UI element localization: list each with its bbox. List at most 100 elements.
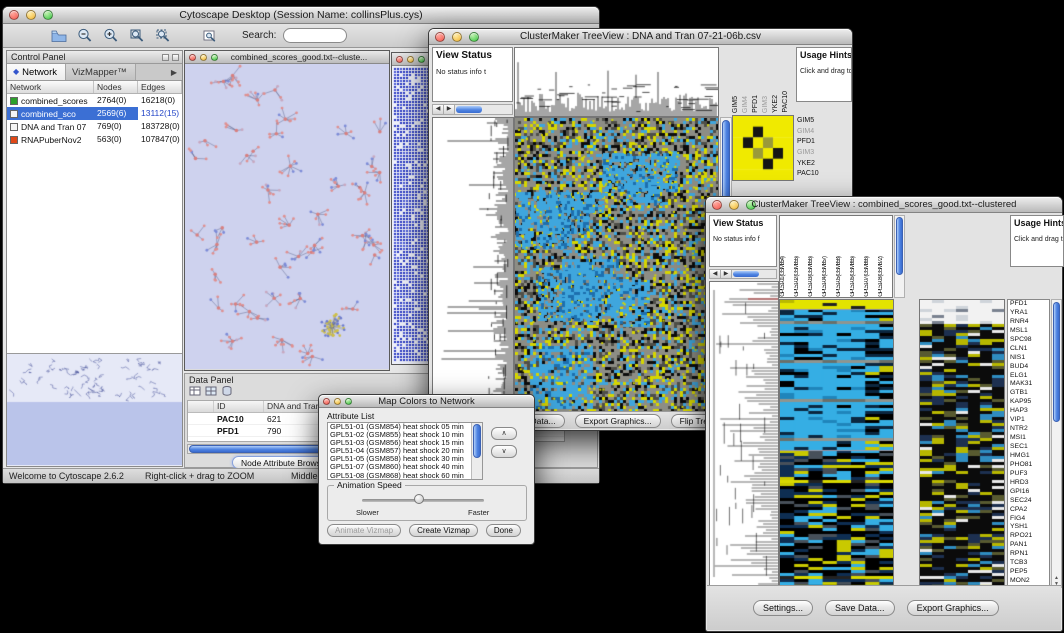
network-row[interactable]: combined_sco 2569(6) 13112(15) (7, 107, 182, 120)
control-panel-title: Control Panel (11, 52, 66, 62)
birdseye-view[interactable] (7, 353, 182, 466)
dialog-button[interactable]: Create Vizmap (409, 524, 478, 537)
network-frame-titlebar[interactable]: combined_scores_good.txt--cluste... (185, 51, 389, 64)
zoom-button[interactable] (345, 398, 352, 405)
scroll-right-arrow[interactable]: ▶ (444, 105, 455, 114)
scroll-right-arrow[interactable]: ▶ (721, 270, 732, 278)
zoom-out-icon[interactable] (75, 26, 94, 45)
move-down-button[interactable]: ∨ (491, 445, 517, 458)
close-button[interactable] (9, 10, 19, 20)
network-table-body: combined_scores 2764(0) 16218(0) combine… (7, 94, 182, 146)
gene-label: GIM3 (797, 148, 851, 159)
attribute-options: GPL51-01 (GSM854) heat shock 05 minGPL51… (328, 423, 482, 480)
condition-label: GPL51-06 (GSM865) (850, 257, 864, 297)
scroll-left-arrow[interactable]: ◀ (710, 270, 721, 278)
minimize-button[interactable] (407, 56, 414, 63)
zoom-button[interactable] (418, 56, 425, 63)
gene-label: PAC10 (797, 169, 851, 180)
dialog-button[interactable]: Animate Vizmap (327, 524, 401, 537)
tab-vizmapper[interactable]: VizMapper™ (66, 64, 136, 80)
zoom-in-icon[interactable] (101, 26, 120, 45)
status-message: Welcome to Cytoscape 2.6.2 (9, 471, 124, 481)
scrollbar-thumb[interactable] (896, 217, 903, 275)
gene-label: MSL1 (1010, 327, 1049, 336)
minimize-button[interactable] (729, 200, 739, 210)
treeview-combined-window: ClusterMaker TreeView : combined_scores_… (705, 196, 1063, 632)
secondary-heatmap[interactable] (920, 300, 1004, 587)
snapshot-icon[interactable] (200, 26, 219, 45)
gene-label: SEC24 (1010, 497, 1049, 506)
header-vscrollbar[interactable] (894, 215, 905, 298)
treeview-button[interactable]: Export Graphics... (575, 414, 661, 428)
condition-label: GPL51-03 (GSM856) (808, 257, 822, 297)
treeview-button[interactable]: Export Graphics... (907, 600, 999, 616)
network-canvas[interactable] (185, 64, 389, 369)
dialog-title: Map Colors to Network (359, 396, 494, 407)
search-input[interactable] (283, 28, 347, 43)
row-dendrogram[interactable] (710, 282, 778, 585)
close-button[interactable] (323, 398, 330, 405)
correlation-matrix[interactable] (733, 116, 793, 180)
scrollbar-thumb[interactable] (456, 106, 482, 113)
main-titlebar[interactable]: Cytoscape Desktop (Session Name: collins… (3, 7, 599, 24)
open-folder-icon[interactable] (49, 26, 68, 45)
treeview-button[interactable]: Save Data... (825, 600, 895, 616)
tab-overflow-arrow[interactable]: ▶ (166, 65, 182, 80)
secondary-heatmap-pane (919, 299, 1005, 588)
close-button[interactable] (712, 200, 722, 210)
gene-label: TCB3 (1010, 559, 1049, 568)
close-panel-icon[interactable] (172, 54, 179, 61)
dialog-titlebar[interactable]: Map Colors to Network (319, 395, 534, 408)
minimize-button[interactable] (200, 54, 207, 61)
float-panel-icon[interactable] (162, 54, 169, 61)
dendrogram-hscrollbar[interactable]: ◀ ▶ (432, 104, 513, 115)
treeview-combined-titlebar[interactable]: ClusterMaker TreeView : combined_scores_… (706, 197, 1062, 213)
gene-label-vertical: PFD1 (752, 95, 762, 113)
minimize-button[interactable] (452, 32, 462, 42)
move-up-button[interactable]: ∧ (491, 427, 517, 440)
scrollbar-thumb[interactable] (1053, 302, 1060, 422)
gene-list: PFD1YRA1RNR4MSL1SPC98CLN1NIS1BUD4ELG1MAK… (1007, 299, 1050, 588)
treeview-button[interactable]: Settings... (753, 600, 813, 616)
matrix-row-labels: GIM5GIM4PFD1GIM3YKE2PAC10 (797, 116, 851, 180)
slider-slower-label: Slower (356, 508, 379, 517)
close-button[interactable] (435, 32, 445, 42)
birdseye-canvas[interactable] (7, 354, 182, 465)
control-panel-titlebar[interactable]: Control Panel (7, 51, 182, 64)
desktop: { "colors": { "selection_blue": "#3b6fd4… (0, 0, 1064, 633)
network-row[interactable]: combined_scores 2764(0) 16218(0) (7, 94, 182, 107)
expression-heatmap[interactable] (515, 118, 718, 413)
dendrogram-hscrollbar[interactable]: ◀ ▶ (709, 269, 777, 279)
gene-label: GIM5 (797, 116, 851, 127)
column-dendrogram[interactable] (515, 48, 718, 116)
speed-slider-thumb[interactable] (414, 494, 424, 504)
scroll-left-arrow[interactable]: ◀ (433, 105, 444, 114)
minimize-button[interactable] (334, 398, 341, 405)
dialog-button[interactable]: Done (486, 524, 521, 537)
animation-speed-label: Animation Speed (334, 480, 405, 490)
attribute-option[interactable]: GPL51-08 (GSM868) heat shock 60 min (328, 472, 482, 480)
network-frame: combined_scores_good.txt--cluste... (184, 50, 390, 371)
zoom-selected-icon[interactable] (153, 26, 172, 45)
list-vscrollbar[interactable] (471, 423, 482, 479)
close-button[interactable] (396, 56, 403, 63)
network-table-header: Network Nodes Edges (7, 81, 182, 94)
tab-network[interactable]: ◆ Network (7, 64, 66, 80)
condition-labels: GPL51-01 (GSM854)GPL51-02 (GSM855)GPL51-… (779, 215, 893, 298)
minimize-button[interactable] (26, 10, 36, 20)
heatmap-pane (779, 299, 894, 588)
zoom-fit-icon[interactable] (127, 26, 146, 45)
network-row[interactable]: DNA and Tran 07 769(0) 183728(0) (7, 120, 182, 133)
scrollbar-thumb[interactable] (473, 424, 481, 458)
close-button[interactable] (189, 54, 196, 61)
gene-label: PFD1 (1010, 300, 1049, 309)
scrollbar-thumb[interactable] (733, 271, 759, 277)
row-dendrogram[interactable] (433, 118, 513, 413)
network-row[interactable]: RNAPuberNov2 563(0) 107847(0) (7, 133, 182, 146)
gene-label: YRA1 (1010, 309, 1049, 318)
treeview-dna-titlebar[interactable]: ClusterMaker TreeView : DNA and Tran 07-… (429, 29, 852, 45)
gene-label: GTB1 (1010, 389, 1049, 398)
network-icon (10, 110, 18, 118)
genelist-vscrollbar[interactable]: ▲▼ (1051, 299, 1062, 588)
expression-heatmap[interactable] (780, 300, 893, 587)
